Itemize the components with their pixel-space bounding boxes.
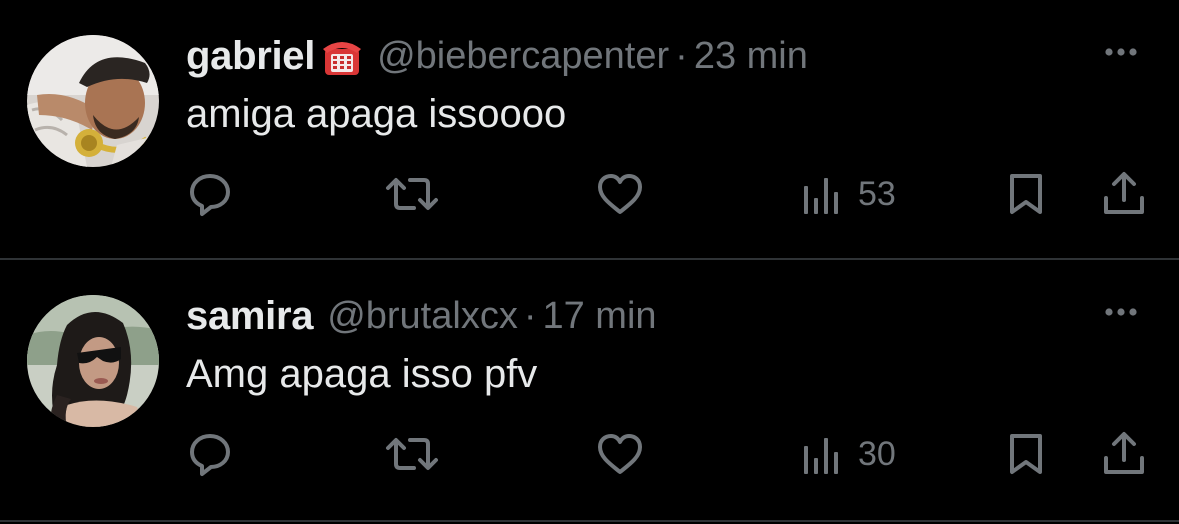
more-options-button[interactable] [1101,302,1141,322]
views-count: 30 [858,434,896,473]
bookmark-button[interactable] [1004,426,1048,482]
reply-button[interactable] [186,166,234,222]
retweet-icon [386,438,438,470]
views-icon [804,178,838,214]
views-icon [804,438,838,474]
divider [0,520,1179,522]
reply-button[interactable] [186,426,234,482]
share-icon [1104,432,1144,474]
reply-icon [190,174,230,216]
retweet-button[interactable] [384,426,440,482]
share-icon [1104,172,1144,214]
share-button[interactable] [1100,426,1148,482]
more-icon [1105,308,1137,316]
timestamp[interactable]: 23 min [694,35,808,78]
tweet[interactable]: gabriel @biebercapenter · 23 min amiga a… [0,0,1179,258]
like-button[interactable] [596,166,644,222]
avatar-image [27,295,159,427]
share-button[interactable] [1100,166,1148,222]
bookmark-icon [1010,174,1042,214]
tweet-header: gabriel @biebercapenter · 23 min [186,28,808,84]
avatar-image [27,35,159,167]
more-options-button[interactable] [1101,42,1141,62]
separator-dot: · [675,34,688,77]
display-name[interactable]: samira [186,294,313,339]
user-handle[interactable]: @brutalxcx [327,295,518,338]
reply-icon [190,434,230,476]
avatar[interactable] [27,35,159,167]
telephone-emoji-icon [321,35,363,77]
bookmark-button[interactable] [1004,166,1048,222]
views-count: 53 [858,174,896,213]
timestamp[interactable]: 17 min [542,295,656,338]
tweet-actions: 30 [0,426,1179,482]
user-handle[interactable]: @biebercapenter [377,35,669,78]
bookmark-icon [1010,434,1042,474]
tweet-header: samira @brutalxcx · 17 min [186,288,657,344]
tweet-actions: 53 [0,166,1179,222]
tweet[interactable]: samira @brutalxcx · 17 min Amg apaga iss… [0,260,1179,522]
like-icon [598,174,642,214]
tweet-text: amiga apaga issoooo [186,92,567,136]
separator-dot: · [523,294,537,337]
display-name[interactable]: gabriel [186,34,315,79]
more-icon [1105,48,1137,56]
retweet-icon [386,178,438,210]
views-button[interactable]: 53 [800,166,896,222]
avatar[interactable] [27,295,159,427]
retweet-button[interactable] [384,166,440,222]
like-button[interactable] [596,426,644,482]
views-button[interactable]: 30 [800,426,896,482]
like-icon [598,434,642,474]
tweet-text: Amg apaga isso pfv [186,352,538,396]
